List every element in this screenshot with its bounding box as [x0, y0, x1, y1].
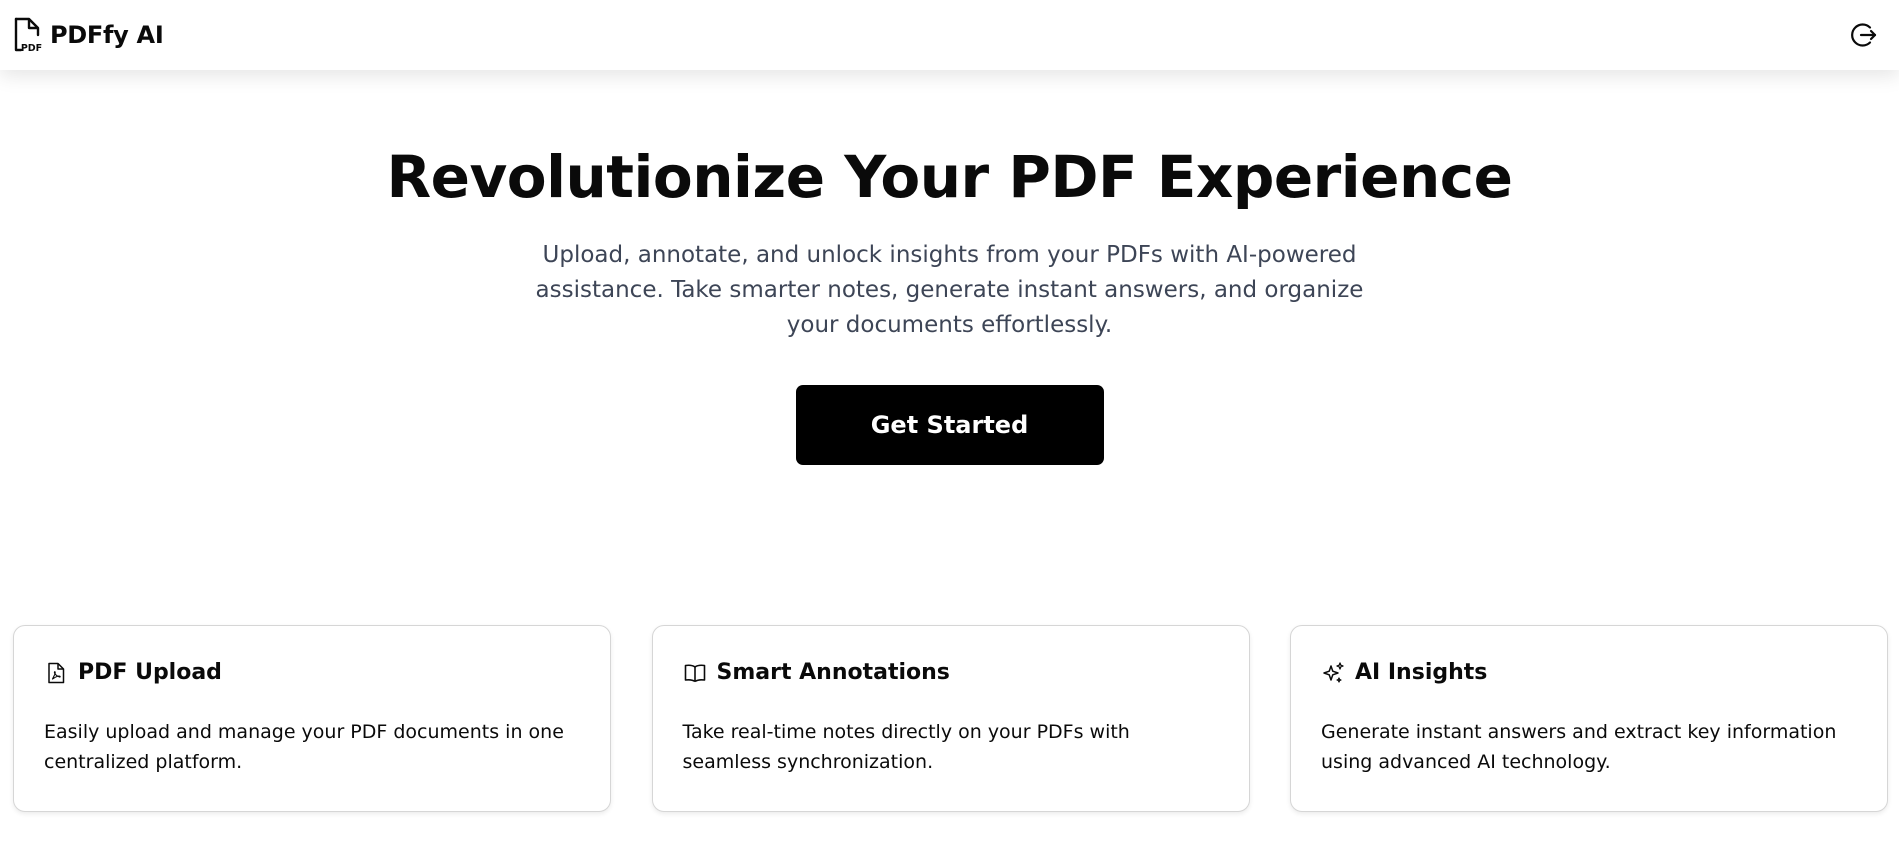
pdf-file-icon: PDF [14, 17, 42, 53]
feature-description: Easily upload and manage your PDF docume… [44, 721, 564, 773]
sparkles-icon [1323, 661, 1344, 683]
feature-card-smart-annotations: Smart Annotations Take real-time notes d… [651, 625, 1250, 812]
feature-card-ai-insights: AI Insights Generate instant answers and… [1290, 625, 1888, 812]
brand[interactable]: PDF PDFfy AI [12, 17, 164, 53]
hero-section: Revolutionize Your PDF Experience Upload… [0, 70, 1899, 465]
pdf-file-icon [48, 662, 65, 683]
logout-icon [1851, 23, 1877, 47]
feature-description: Take real-time notes directly on your PD… [682, 721, 1130, 773]
open-book-icon [684, 663, 705, 682]
top-navbar: PDF PDFfy AI [0, 0, 1899, 70]
logo-badge-text: PDF [21, 43, 42, 53]
feature-title: AI Insights [1355, 660, 1488, 685]
feature-title: Smart Annotations [716, 660, 950, 685]
logout-button[interactable] [1847, 18, 1881, 52]
hero-subtitle: Upload, annotate, and unlock insights fr… [535, 241, 1364, 338]
feature-title: PDF Upload [78, 660, 222, 685]
feature-card-pdf-upload: PDF Upload Easily upload and manage your… [13, 625, 611, 812]
get-started-button[interactable]: Get Started [795, 384, 1104, 465]
features-section: PDF Upload Easily upload and manage your… [13, 625, 1888, 812]
brand-name: PDFfy AI [50, 21, 164, 49]
feature-description: Generate instant answers and extract key… [1321, 721, 1837, 773]
hero-title: Revolutionize Your PDF Experience [386, 143, 1513, 211]
